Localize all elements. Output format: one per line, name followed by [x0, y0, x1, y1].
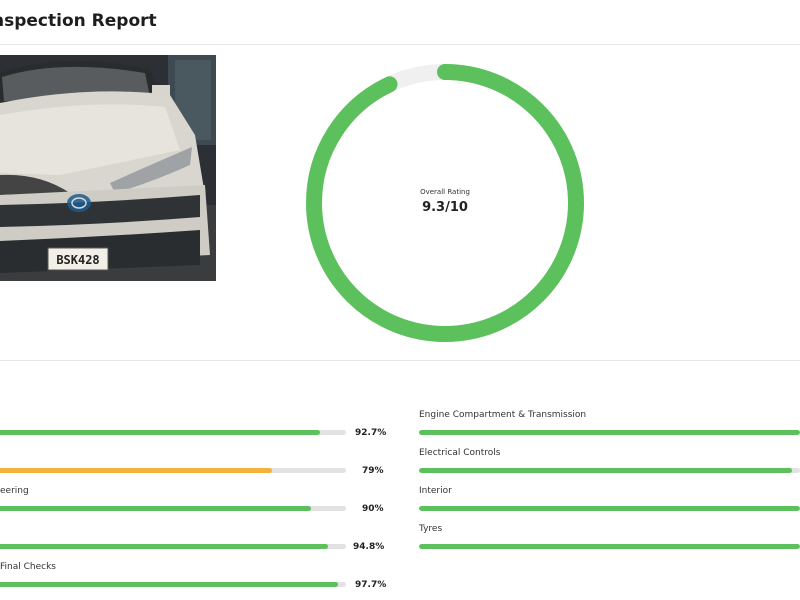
metric-bar-track: [0, 468, 346, 473]
metric-label-tyres: Tyres: [419, 524, 443, 534]
report-header: nspection Report: [0, 0, 800, 45]
metric-label-interior: Interior: [419, 486, 452, 496]
car-illustration: BSK428: [0, 55, 216, 281]
metric-label: eering: [0, 486, 29, 496]
metric-bar-fill: [419, 506, 800, 511]
overall-rating-value: 9.3/10: [422, 200, 468, 215]
section-divider: [0, 360, 800, 361]
metric-bar-fill: [0, 544, 328, 549]
metric-bar-fill: [419, 468, 793, 473]
metric-bar-fill: [0, 468, 273, 473]
metric-bar-fill: [0, 506, 311, 511]
page-title: nspection Report: [0, 11, 157, 31]
metric-bar-fill: [419, 544, 800, 549]
metric-bar-track: [419, 544, 800, 549]
metric-bar-fill: [419, 430, 800, 435]
metric-bar-track: [0, 506, 346, 511]
metric-bar-track: [0, 544, 346, 549]
metric-bar-track: [419, 430, 800, 435]
metric-bar-track: [0, 582, 346, 587]
overall-rating-label: Overall Rating: [420, 188, 470, 196]
metric-bar-fill: [0, 430, 321, 435]
metric-bar-track: [0, 430, 346, 435]
metric-bar-fill: [0, 582, 338, 587]
overall-rating-gauge: Overall Rating 9.3/10: [300, 58, 590, 348]
car-photo[interactable]: BSK428: [0, 55, 216, 281]
metric-percent: 92.7%: [355, 428, 387, 438]
metric-percent: 79%: [362, 466, 384, 476]
metric-percent: 97.7%: [355, 580, 387, 590]
inspection-report-page: nspection Report BSK428 Overall Rating 9…: [0, 0, 800, 600]
metric-label: Final Checks: [0, 562, 56, 572]
metric-percent: 94.8%: [353, 542, 385, 552]
metric-percent: 90%: [362, 504, 384, 514]
metric-bar-track: [419, 506, 800, 511]
metric-label-electrical: Electrical Controls: [419, 448, 501, 458]
license-plate-text: BSK428: [56, 253, 99, 267]
metric-bar-track: [419, 468, 800, 473]
gauge-center: Overall Rating 9.3/10: [300, 58, 590, 348]
metric-label-engine: Engine Compartment & Transmission: [419, 410, 587, 420]
